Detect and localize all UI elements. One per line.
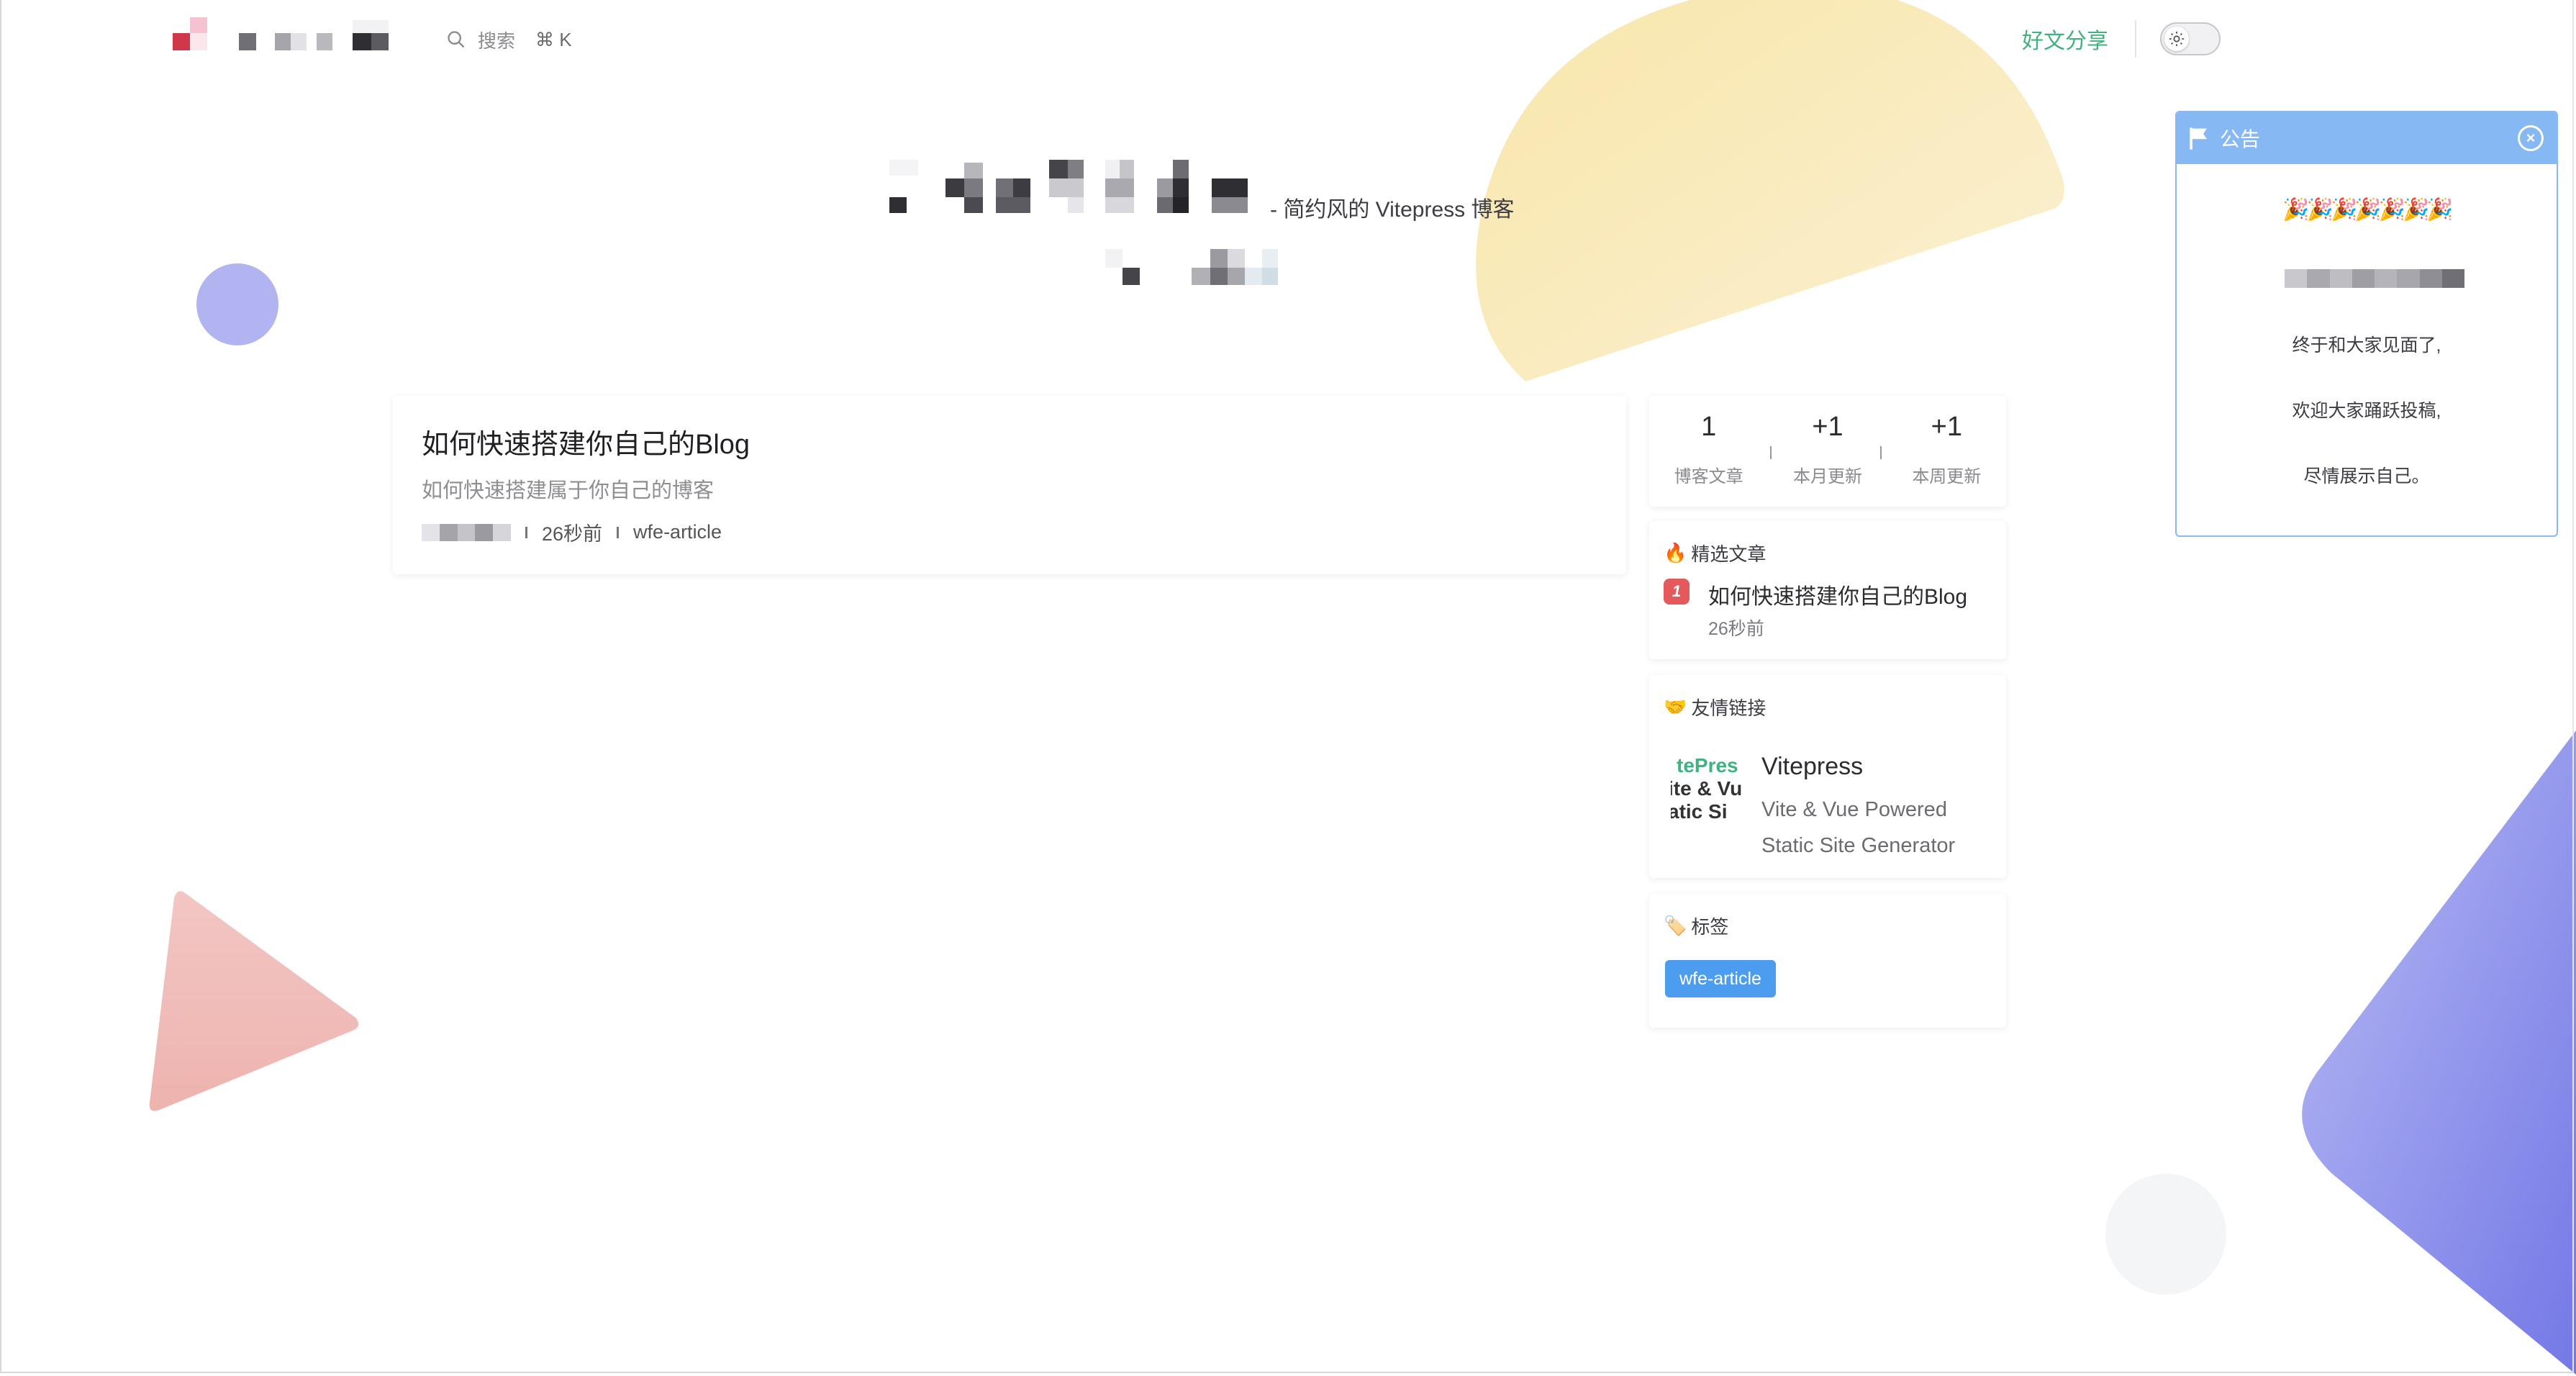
featured-card: 🔥 精选文章 1 如何快速搭建你自己的Blog 26秒前 [1649,521,2006,659]
featured-post-title[interactable]: 如何快速搭建你自己的Blog [1708,579,1967,610]
tags-heading: 🏷️ 标签 [1664,913,1728,939]
thumb-line: ite & Vu [1671,777,1743,800]
stat-value: +1 [1931,412,1962,442]
stat-label: 本周更新 [1912,467,1982,486]
tag-icon: 🏷️ [1664,915,1687,936]
announcement-line: 欢迎大家踊跃投稿, [2292,401,2441,421]
friend-link-desc-line: Static Site Generator [1761,834,1956,857]
friend-link-logo[interactable]: tePres ite & Vu atic Si [1671,754,1743,826]
stat-value: +1 [1812,412,1843,442]
hero-subtitle: - 简约风的 Vitepress 博客 [1270,198,1515,222]
search-shortcut: ⌘ K [535,28,572,50]
hero-tagline [1105,249,1285,286]
rank-badge: 1 [1664,579,1690,605]
grey-circle-decoration [2105,1174,2226,1295]
pink-triangle-decoration [149,891,359,1111]
post-title[interactable]: 如何快速搭建你自己的Blog [422,422,750,461]
featured-post-time: 26秒前 [1708,619,1764,639]
announcement-line: 尽情展示自己。 [2303,466,2430,486]
tags-heading-label: 标签 [1691,916,1729,938]
announcement-blurred-line [2285,269,2464,288]
thumb-line: tePres [1677,754,1738,777]
tag-pill[interactable]: wfe-article [1665,960,1776,997]
stat-month: +1 本月更新 [1768,396,1887,507]
announcement-header: 公告 [2177,112,2557,164]
featured-heading-label: 精选文章 [1691,543,1767,565]
meta-separator [617,526,620,538]
friend-link-desc-line: Vite & Vue Powered [1761,798,1947,821]
search-icon [448,31,465,48]
stat-articles: 1 博客文章 [1649,396,1768,507]
nav-divider [2135,20,2136,58]
post-card[interactable]: 如何快速搭建你自己的Blog 如何快速搭建属于你自己的博客 26秒前 wfe-a… [393,396,1626,574]
stat-week: +1 本周更新 [1887,396,2006,507]
search-button[interactable]: 搜索 ⌘ K [446,22,572,58]
tags-card: 🏷️ 标签 wfe-article [1649,894,2006,1028]
announcement-title: 公告 [2220,128,2261,150]
stat-value: 1 [1701,412,1717,442]
friend-links-heading: 🤝 友情链接 [1664,694,1766,720]
stat-label: 本月更新 [1792,467,1862,486]
hero-title [889,160,1249,213]
flag-icon [2190,127,2207,150]
blue-circle-decoration [196,263,278,345]
sun-icon [2164,27,2189,51]
fire-icon: 🔥 [1664,542,1687,563]
purple-shape-decoration [2302,730,2576,1375]
post-time: 26秒前 [542,523,603,545]
meta-separator [525,526,527,538]
post-description: 如何快速搭建属于你自己的博客 [422,479,715,502]
post-meta: 26秒前 wfe-article [422,518,722,546]
announcement-line: 终于和大家见面了, [2292,335,2441,356]
thumb-line: atic Si [1671,800,1728,823]
handshake-icon: 🤝 [1664,696,1687,718]
nav-link-articles[interactable]: 好文分享 [2022,23,2108,55]
friend-links-heading-label: 友情链接 [1691,697,1767,719]
stat-divider [1770,446,1772,459]
post-tag[interactable]: wfe-article [633,521,722,543]
featured-heading: 🔥 精选文章 [1664,540,1766,566]
announcement-panel: 公告 × 🎉🎉🎉🎉🎉🎉🎉 终于和大家见面了, 欢迎大家踊跃投稿, 尽情展示自己。 [2175,111,2558,537]
stat-label: 博客文章 [1674,467,1743,486]
search-placeholder: 搜索 [478,30,516,52]
yellow-semicircle-decoration [1476,0,2064,381]
friend-links-card: 🤝 友情链接 tePres ite & Vu atic Si Vitepress… [1649,675,2006,878]
friend-link-name[interactable]: Vitepress [1761,753,1863,781]
friend-link-description: Vite & Vue Powered Static Site Generator [1761,792,1992,864]
stats-card: 1 博客文章 +1 本月更新 +1 本周更新 [1649,396,2006,507]
theme-toggle[interactable] [2160,22,2221,55]
post-author [422,523,511,541]
close-icon[interactable]: × [2518,125,2544,151]
confetti-emoji: 🎉🎉🎉🎉🎉🎉🎉 [2282,198,2453,222]
stat-divider [1880,446,1882,459]
site-logo[interactable] [173,17,389,56]
